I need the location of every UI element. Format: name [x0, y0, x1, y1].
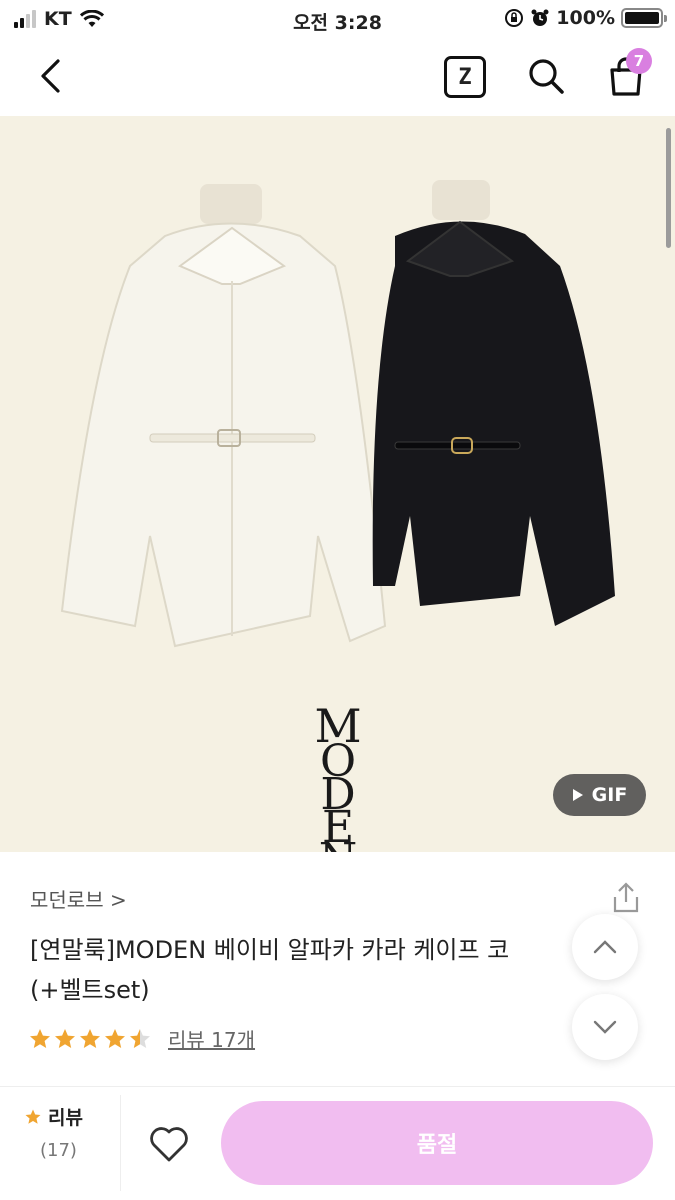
search-button[interactable] [524, 54, 568, 98]
divider [120, 1095, 121, 1191]
chevron-left-icon [41, 59, 60, 93]
battery-percent: 100% [556, 7, 615, 29]
image-scrollbar[interactable] [666, 128, 671, 248]
review-count: (17) [40, 1140, 77, 1161]
wishlist-button[interactable] [146, 1121, 192, 1167]
review-label: 리뷰 [48, 1107, 83, 1129]
brand-link[interactable]: 모던로브 > [30, 884, 127, 913]
play-icon [572, 789, 583, 801]
rating-star-icon [80, 1028, 100, 1048]
scroll-down-button[interactable] [572, 994, 638, 1060]
product-title-line1: [연말룩]MODEN 베이비 알파카 카라 케이프 코 [30, 936, 510, 964]
rating-stars [28, 1027, 152, 1051]
cart-count-badge: 7 [626, 48, 652, 74]
share-icon [613, 882, 639, 913]
rating-row: 리뷰 17개 [28, 1024, 255, 1053]
product-photo: M O D E N [60, 180, 615, 852]
product-title: [연말룩]MODEN 베이비 알파카 카라 케이프 코 (+벨트set) [30, 930, 580, 1010]
product-info: 모던로브 > [연말룩]MODEN 베이비 알파카 카라 케이프 코 (+벨트s… [0, 852, 675, 1086]
search-icon [529, 59, 564, 94]
rating-star-icon [105, 1028, 125, 1048]
battery-icon [621, 8, 667, 28]
review-summary-button[interactable]: 리뷰 (17) [24, 1103, 104, 1161]
review-link[interactable]: 리뷰 17개 [168, 1024, 255, 1053]
gif-label: GIF [591, 784, 628, 806]
rotation-lock-icon [505, 9, 524, 27]
z-icon: Z [458, 64, 472, 90]
scroll-up-button[interactable] [572, 914, 638, 980]
chevron-up-icon [593, 940, 617, 954]
review-label-row: 리뷰 [24, 1103, 104, 1130]
chevron-down-icon [593, 1020, 617, 1034]
star-icon [25, 1109, 41, 1124]
brand-watermark-n: N [319, 834, 358, 852]
z-button[interactable]: Z [444, 56, 486, 98]
product-image[interactable]: M O D E N GIF [0, 116, 675, 852]
bottom-action-bar: 리뷰 (17) 품절 [0, 1086, 675, 1200]
alarm-icon [531, 9, 549, 26]
gif-play-button[interactable]: GIF [553, 774, 646, 816]
rating-star-icon [55, 1028, 75, 1048]
product-title-line2: (+벨트set) [30, 976, 150, 1004]
share-button[interactable] [608, 880, 644, 916]
top-nav: Z 7 [0, 38, 675, 116]
status-bar: KT 오전 3:28 100% [0, 0, 675, 38]
heart-icon [150, 1127, 188, 1162]
sold-out-button[interactable]: 품절 [221, 1101, 653, 1185]
back-button[interactable] [28, 54, 72, 98]
rating-star-icon [130, 1028, 150, 1048]
status-right: 100% [504, 7, 667, 29]
rating-star-icon [30, 1028, 50, 1048]
